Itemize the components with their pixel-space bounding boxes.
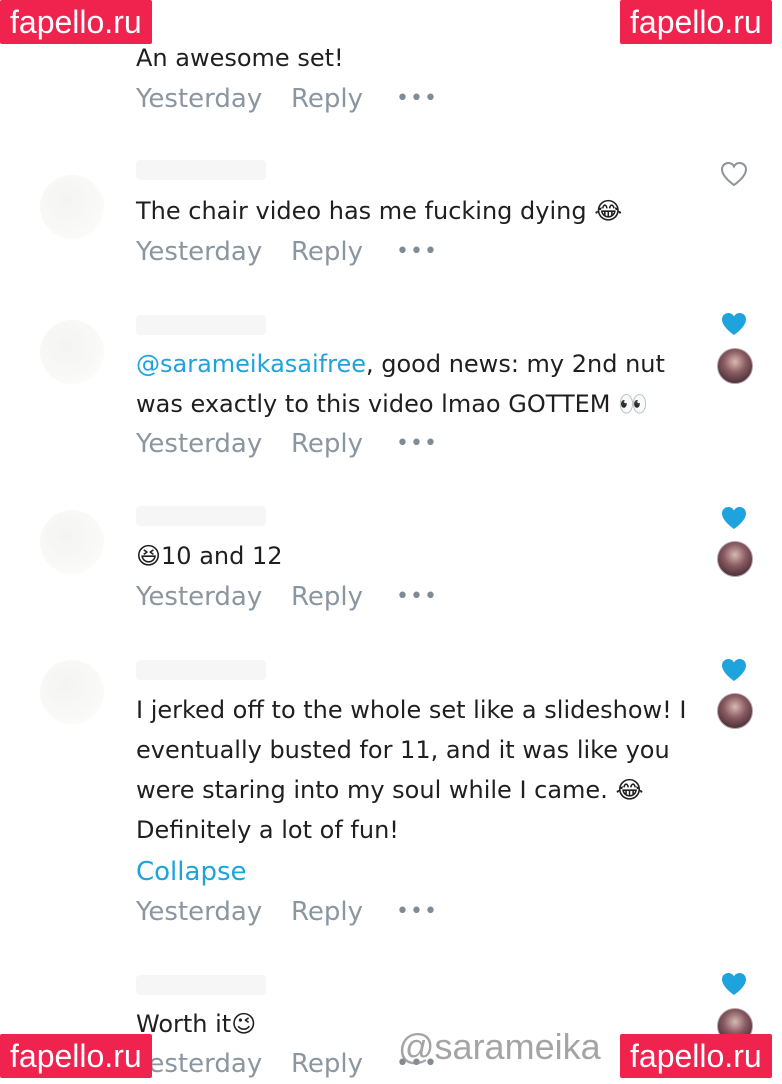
more-options-icon[interactable]: ••• [396,892,438,932]
reply-button[interactable]: Reply [291,892,363,932]
reply-button[interactable]: Reply [291,1044,363,1084]
heart-filled-icon[interactable] [718,968,750,1000]
username[interactable] [136,975,266,995]
mention-link[interactable]: @sarameikasaifree [136,350,366,378]
avatar[interactable] [40,510,104,574]
watermark-bottom-left: fapello.ru [0,1034,152,1078]
heart-filled-icon[interactable] [718,502,750,534]
comment-time: Yesterday [136,237,263,267]
comment-text: The chair video has me fucking dying 😂 [136,197,623,225]
avatar[interactable] [40,175,104,239]
creator-liked-avatar [717,693,753,729]
comment-time: Yesterday [136,1049,263,1079]
creator-liked-avatar [717,541,753,577]
comment-time: Yesterday [136,84,263,114]
reply-button[interactable]: Reply [291,577,363,617]
watermark-top-left: fapello.ru [0,0,152,44]
comment-text: An awesome set! [136,44,344,72]
comment-text: I jerked off to the whole set like a sli… [136,696,695,844]
heart-filled-icon[interactable] [718,308,750,340]
watermark-handle: @sarameika [398,1026,601,1067]
avatar[interactable] [40,660,104,724]
more-options-icon[interactable]: ••• [396,577,438,617]
heart-outline-icon[interactable] [718,158,750,190]
username[interactable] [136,160,266,180]
avatar[interactable] [40,320,104,384]
reply-button[interactable]: Reply [291,232,363,272]
watermark-top-right: fapello.ru [620,0,772,44]
reply-button[interactable]: Reply [291,79,363,119]
username[interactable] [136,315,266,335]
watermark-bottom-right: fapello.ru [620,1034,772,1078]
comment-text: 😆10 and 12 [136,542,283,570]
more-options-icon[interactable]: ••• [396,232,438,272]
more-options-icon[interactable]: ••• [396,79,438,119]
collapse-link[interactable]: Collapse [136,852,247,892]
comment-time: Yesterday [136,582,263,612]
comment-text: @sarameikasaifree, good news: my 2nd nut… [136,344,706,424]
heart-filled-icon[interactable] [718,654,750,686]
username[interactable] [136,506,266,526]
comment-time: Yesterday [136,429,263,459]
username[interactable] [136,660,266,680]
comment-time: Yesterday [136,897,263,927]
creator-liked-avatar [717,348,753,384]
reply-button[interactable]: Reply [291,424,363,464]
more-options-icon[interactable]: ••• [396,424,438,464]
